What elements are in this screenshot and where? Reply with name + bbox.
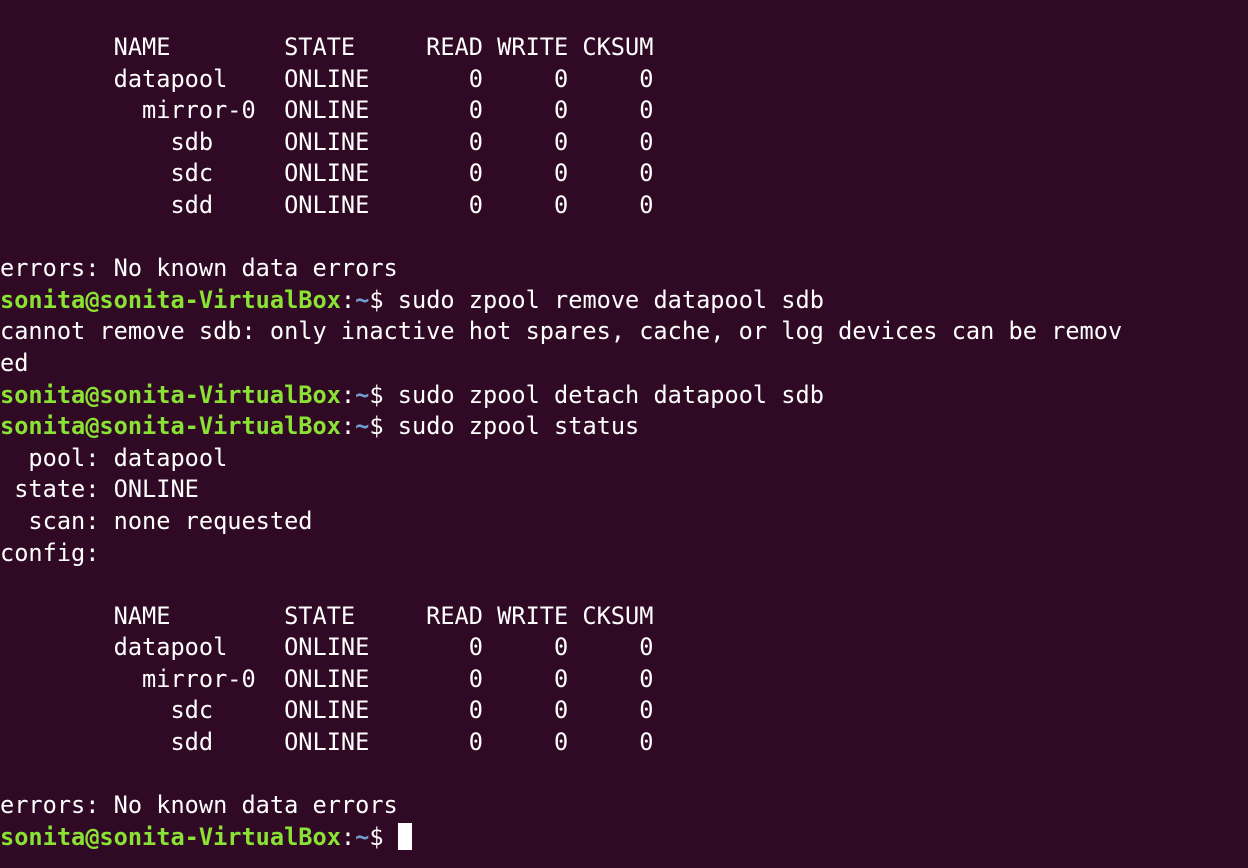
command-text: sudo zpool remove datapool sdb: [397, 285, 824, 314]
output-line: errors: No known data errors: [0, 791, 398, 820]
output-line: mirror-0 ONLINE 0 0 0: [0, 664, 654, 693]
prompt-user-host: sonita@sonita-VirtualBox: [0, 380, 341, 409]
output-line: ed: [0, 348, 29, 377]
prompt-line: sonita@sonita-VirtualBox:~$ sudo zpool r…: [0, 285, 1248, 317]
output-line: sdc ONLINE 0 0 0: [0, 696, 654, 725]
output-line: mirror-0 ONLINE 0 0 0: [0, 96, 654, 125]
prompt-sign: $: [369, 412, 398, 441]
prompt-sign: $: [369, 285, 398, 314]
output-line: cannot remove sdb: only inactive hot spa…: [0, 317, 1123, 346]
prompt-line: sonita@sonita-VirtualBox:~$: [0, 822, 1248, 854]
terminal-window[interactable]: NAME STATE READ WRITE CKSUM datapool ONL…: [0, 0, 1248, 868]
prompt-colon: :: [340, 380, 356, 409]
output-line: datapool ONLINE 0 0 0: [0, 633, 654, 662]
output-line: sdd ONLINE 0 0 0: [0, 728, 654, 757]
prompt-sign: $: [369, 380, 398, 409]
output-line: NAME STATE READ WRITE CKSUM: [0, 33, 654, 61]
prompt-path: ~: [355, 380, 370, 409]
prompt-line: sonita@sonita-VirtualBox:~$ sudo zpool d…: [0, 380, 1248, 412]
output-line: sdd ONLINE 0 0 0: [0, 190, 654, 219]
prompt-sign: $: [369, 822, 398, 851]
output-line: errors: No known data errors: [0, 254, 398, 283]
prompt-colon: :: [340, 822, 356, 851]
prompt-path: ~: [355, 412, 370, 441]
prompt-user-host: sonita@sonita-VirtualBox: [0, 285, 341, 314]
output-line: config:: [0, 538, 100, 567]
output-line: sdb ONLINE 0 0 0: [0, 127, 654, 156]
output-line: datapool ONLINE 0 0 0: [0, 64, 654, 93]
prompt-path: ~: [355, 822, 370, 851]
output-line: scan: none requested: [0, 506, 313, 535]
output-line: sdc ONLINE 0 0 0: [0, 159, 654, 188]
prompt-user-host: sonita@sonita-VirtualBox: [0, 822, 341, 851]
command-text: sudo zpool detach datapool sdb: [397, 380, 824, 409]
prompt-user-host: sonita@sonita-VirtualBox: [0, 412, 341, 441]
output-line: pool: datapool: [0, 443, 228, 472]
command-text: sudo zpool status: [397, 412, 640, 441]
output-line: NAME STATE READ WRITE CKSUM: [0, 601, 654, 630]
prompt-line: sonita@sonita-VirtualBox:~$ sudo zpool s…: [0, 411, 1248, 443]
output-line: state: ONLINE: [0, 475, 199, 504]
prompt-path: ~: [355, 285, 370, 314]
text-cursor[interactable]: [397, 822, 412, 850]
prompt-colon: :: [340, 412, 356, 441]
prompt-colon: :: [340, 285, 356, 314]
